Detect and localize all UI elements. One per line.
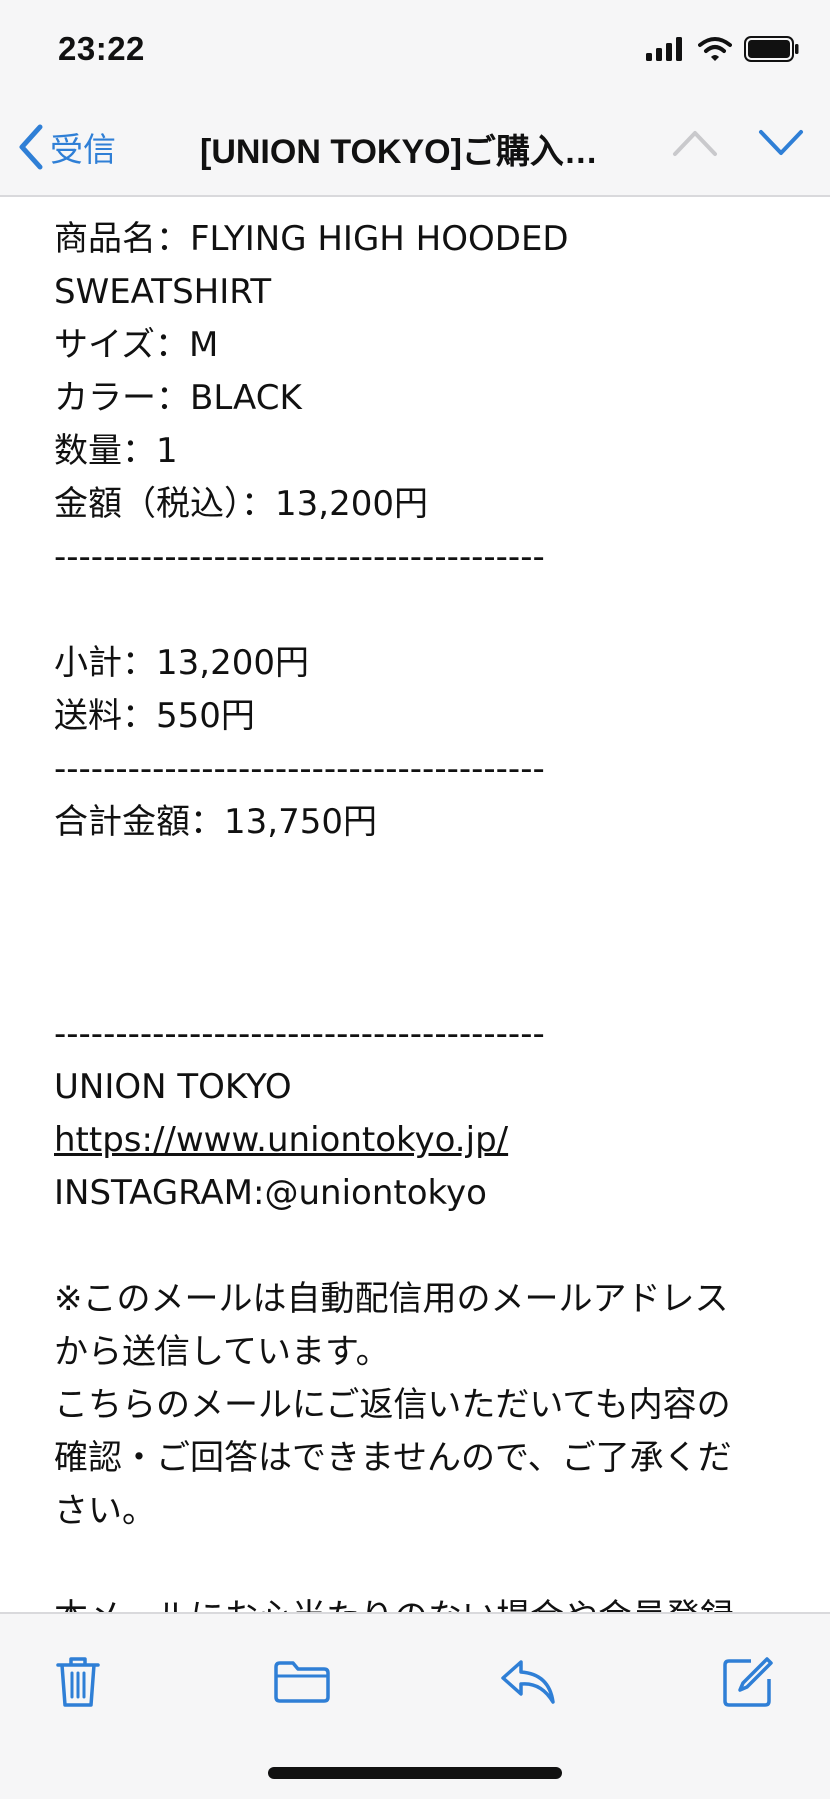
- signal-icon: [646, 37, 682, 61]
- reply-icon: [501, 1660, 555, 1704]
- chevron-left-icon: [19, 124, 43, 170]
- nav-bar: 受信 [UNION TOKYO]ご購入…: [0, 100, 830, 197]
- notice-line: さい。: [54, 1491, 156, 1531]
- previous-message-button[interactable]: [672, 128, 718, 162]
- notice-line: から送信しています。: [54, 1332, 390, 1372]
- back-label: 受信: [50, 130, 116, 169]
- size-line: サイズ：M: [54, 325, 219, 365]
- delete-button[interactable]: [46, 1650, 110, 1714]
- color-line: カラー：BLACK: [54, 378, 302, 418]
- message-title: [UNION TOKYO]ご購入…: [200, 133, 598, 171]
- store-website-link[interactable]: https://www.uniontokyo.jp/: [54, 1120, 508, 1160]
- chevron-up-icon: [673, 131, 717, 156]
- email-body[interactable]: 商品名：FLYING HIGH HOODED SWEATSHIRT サイズ：M …: [0, 197, 830, 1612]
- wifi-icon: [698, 37, 732, 61]
- notice-line: ※このメールは自動配信用のメールアドレス: [54, 1279, 729, 1319]
- notice-line: こちらのメールにご返信いただいても内容の: [54, 1385, 731, 1425]
- trash-icon: [56, 1657, 100, 1707]
- compose-button[interactable]: [716, 1650, 780, 1714]
- subtotal-line: 小計：13,200円: [54, 643, 309, 683]
- chevron-down-icon: [759, 130, 803, 155]
- home-indicator: [268, 1767, 562, 1779]
- divider-line: ----------------------------------------: [54, 1014, 545, 1054]
- notice-line: 確認・ご回答はできませんので、ご了承くだ: [54, 1438, 732, 1478]
- divider-line: ----------------------------------------: [54, 537, 545, 577]
- back-button[interactable]: 受信: [18, 122, 116, 172]
- price-line: 金額（税込）：13,200円: [54, 484, 428, 524]
- battery-icon: [744, 36, 799, 62]
- move-to-folder-button[interactable]: [270, 1650, 334, 1714]
- status-bar: 23:22: [0, 0, 830, 100]
- divider-line: ----------------------------------------: [54, 749, 545, 789]
- compose-icon: [723, 1657, 773, 1707]
- instagram-line: INSTAGRAM:@uniontokyo: [54, 1173, 487, 1213]
- product-name-line: 商品名：FLYING HIGH HOODED: [54, 219, 569, 259]
- status-icons: [646, 36, 800, 62]
- quantity-line: 数量：1: [54, 431, 178, 471]
- message-navigation: [672, 128, 804, 162]
- notice-line-partial: 本メールにお心当たりのない場合や会員登録: [54, 1597, 734, 1612]
- status-time: 23:22: [58, 30, 145, 67]
- store-name: UNION TOKYO: [54, 1067, 292, 1107]
- next-message-button[interactable]: [758, 128, 804, 162]
- total-line: 合計金額：13,750円: [54, 802, 377, 842]
- folder-icon: [274, 1661, 330, 1703]
- shipping-line: 送料：550円: [54, 696, 255, 736]
- product-name-line-cont: SWEATSHIRT: [54, 272, 272, 312]
- reply-button[interactable]: [496, 1650, 560, 1714]
